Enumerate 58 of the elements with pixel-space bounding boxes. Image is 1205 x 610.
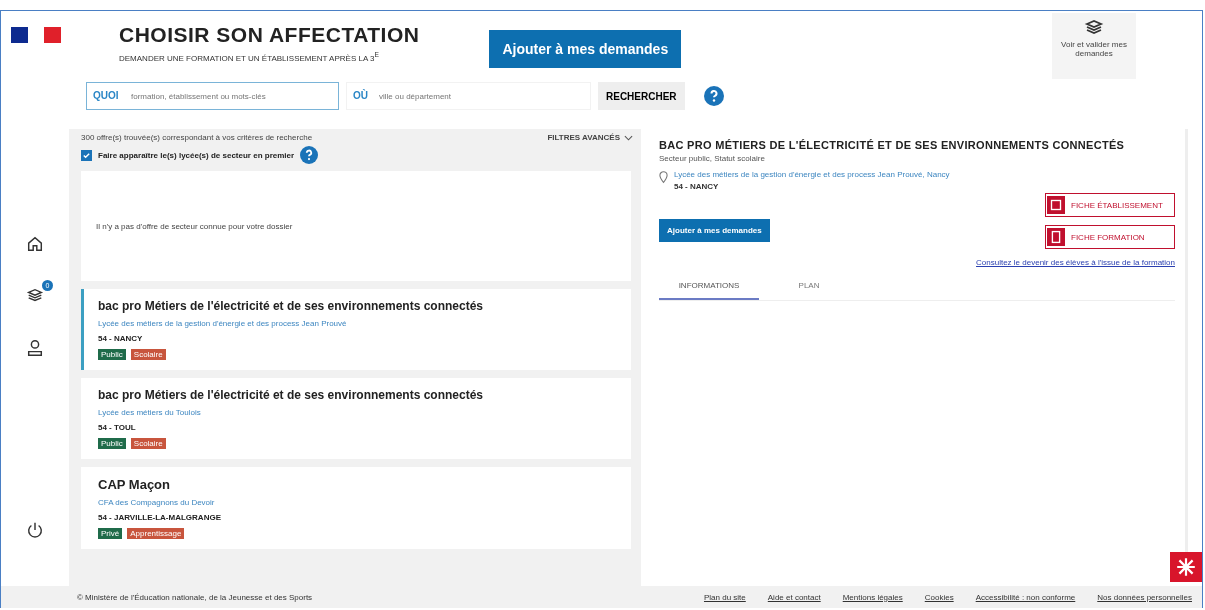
footer-link[interactable]: Aide et contact [767,592,821,602]
page-subtitle: DEMANDER UNE FORMATION ET UN ÉTABLISSEMENT APRÈS LA 3$^{E}$ [119,51,380,63]
help-icon[interactable] [300,146,319,164]
page-title: CHOISIR SON AFFECTATION [119,23,420,47]
app-logo-badge[interactable] [1170,552,1202,582]
school-name: Lycée des métiers du Toulois [98,408,202,417]
footer-link[interactable]: Accessibilité : non conforme [975,592,1076,602]
document-icon [1047,227,1065,247]
tag: Scolaire [130,438,166,449]
field-label: QUOI [93,90,119,101]
school-name: Lycée des métiers de la gestion d'énergie et des process Jean Prouvé, Nancy [674,170,950,179]
result-title: CAP Maçon [98,477,171,492]
tag: Privé [98,528,123,539]
copyright-text: © Ministère de l'Éducation nationale, de la Jeunesse et des Sports [77,592,313,602]
checkbox-label: Faire apparaître le(s) lycée(s) de secteur en premier [98,150,295,160]
footer-link[interactable]: Nos données personnelles [1097,592,1192,602]
school-sheet-button[interactable]: FICHE ÉTABLISSEMENT [1045,193,1175,217]
tag: Apprentissage [127,528,185,539]
outcome-link[interactable]: Consultez le devenir des élèves à l'issue de la formation [659,258,1175,267]
tag: Public [98,438,126,449]
result-title: bac pro Métiers de l'électricité et de ses environnements connectés [98,299,484,313]
training-sheet-button[interactable]: FICHE FORMATION [1045,225,1175,249]
empty-message: Il n'y a pas d'offre de secteur connue pour votre dossier [96,221,293,231]
tag: Scolaire [130,349,166,360]
document-icon [1047,195,1065,215]
school-name: Lycée des métiers de la gestion d'énergie et des process Jean Prouvé [98,319,348,328]
footer-link[interactable]: Plan du site [703,592,746,602]
flag-logo [11,27,61,43]
advanced-filters-button[interactable]: FILTRES AVANCÉS [547,133,620,142]
school-name: CFA des Compagnons du Devoir [98,498,216,507]
city-text: 54 - JARVILLE-LA-MALGRANGE [98,513,222,522]
add-to-requests-button[interactable]: Ajouter à mes demandes [489,30,682,68]
location-icon [659,170,668,186]
city-text: 54 - TOUL [98,423,137,432]
add-to-requests-button[interactable]: Ajouter à mes demandes [659,219,770,242]
chevron-down-icon[interactable] [624,134,633,141]
detail-title: BAC PRO MÉTIERS DE L'ÉLECTRICITÉ ET DE SES ENVIRONNEMENTS CONNECTÉS [659,139,1126,151]
search-button[interactable]: RECHERCHER [598,82,685,110]
tab[interactable]: INFORMATIONS [659,273,759,300]
results-count: 300 offre(s) trouvée(s) correspondant à vos critères de recherche [81,133,313,142]
help-icon[interactable] [703,86,724,106]
requests-button[interactable]: Voir et valider mes demandes [1052,13,1136,79]
user-icon[interactable] [26,339,44,357]
detail-subtitle: Secteur public, Statut scolaire [659,154,766,163]
footer-link[interactable]: Mentions légales [842,592,903,602]
checkbox[interactable] [81,149,92,161]
tag: Public [98,349,126,360]
city-text: 54 - NANCY [674,182,720,191]
power-icon[interactable] [26,521,44,539]
result-card[interactable]: bac pro Métiers de l'électricité et de ses environnements connectés Lycée des métiers du Toulois 54 - TOUL Public Scolaire [81,378,631,459]
tab[interactable]: PLAN [759,273,859,300]
result-card[interactable]: CAP Maçon CFA des Compagnons du Devoir 54 - JARVILLE-LA-MALGRANGE Privé Apprentissage [81,467,631,549]
footer-link[interactable]: Cookies [924,592,954,602]
result-title: bac pro Métiers de l'électricité et de ses environnements connectés [98,388,484,402]
city-text: 54 - NANCY [98,334,144,343]
result-card[interactable]: bac pro Métiers de l'électricité et de ses environnements connectés Lycée des métiers de la gestion d'énergie et des process Jean Prouvé 54 - NANCY Public Scolaire [81,289,631,370]
home-icon[interactable] [26,235,44,253]
field-label: OÙ [353,90,368,101]
